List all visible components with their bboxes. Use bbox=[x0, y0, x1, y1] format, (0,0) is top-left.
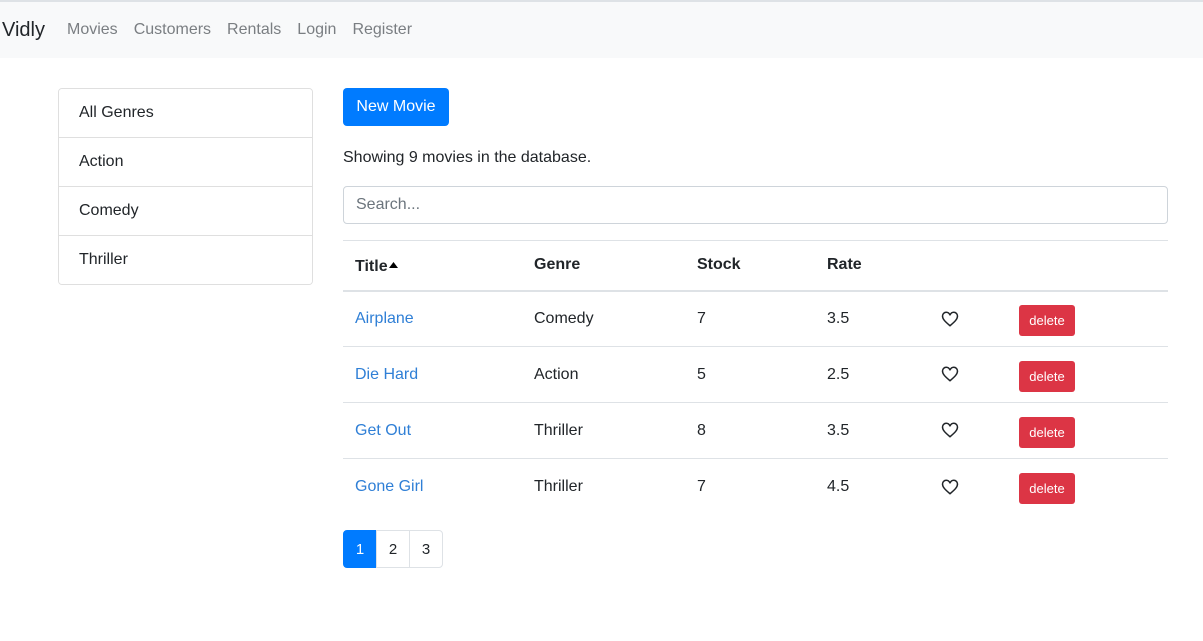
nav-link-customers[interactable]: Customers bbox=[134, 21, 211, 39]
cell-delete: delete bbox=[1007, 402, 1168, 459]
column-title[interactable]: Title bbox=[343, 240, 522, 292]
brand-link[interactable]: Vidly bbox=[2, 19, 45, 42]
column-genre[interactable]: Genre bbox=[522, 240, 685, 292]
navbar: Vidly Movies Customers Rentals Login Reg… bbox=[0, 0, 1203, 58]
movie-title-link[interactable]: Gone Girl bbox=[355, 478, 423, 495]
cell-genre: Thriller bbox=[534, 477, 583, 495]
cell-title: Get Out bbox=[343, 402, 522, 459]
page-link-3[interactable]: 3 bbox=[409, 530, 443, 568]
cell-like bbox=[927, 290, 1007, 347]
cell-rate: 2.5 bbox=[815, 346, 927, 403]
genre-list: All Genres Action Comedy Thriller bbox=[58, 88, 313, 285]
cell-rate: 3.5 bbox=[815, 290, 927, 347]
cell-like bbox=[927, 346, 1007, 403]
new-movie-button[interactable]: New Movie bbox=[343, 88, 449, 126]
nav-link-login[interactable]: Login bbox=[297, 21, 336, 39]
cell-title: Airplane bbox=[343, 290, 522, 347]
delete-button[interactable]: delete bbox=[1019, 360, 1075, 392]
delete-button[interactable]: delete bbox=[1019, 416, 1075, 448]
nav-link-rentals[interactable]: Rentals bbox=[227, 21, 281, 39]
genre-item-all[interactable]: All Genres bbox=[59, 89, 312, 138]
table-row: Die Hard Action 5 2.5 delete bbox=[343, 346, 1168, 403]
cell-rate: 3.5 bbox=[815, 402, 927, 459]
heart-icon[interactable] bbox=[941, 478, 959, 496]
cell-stock: 5 bbox=[685, 346, 815, 403]
delete-button[interactable]: delete bbox=[1019, 304, 1075, 336]
nav-link-movies[interactable]: Movies bbox=[67, 21, 118, 39]
genre-item-action[interactable]: Action bbox=[59, 138, 312, 187]
column-stock[interactable]: Stock bbox=[685, 240, 815, 292]
cell-stock: 8 bbox=[685, 402, 815, 459]
pagination: 1 2 3 bbox=[343, 530, 443, 568]
cell-like bbox=[927, 459, 1007, 515]
table-header: Title Genre Stock Rate bbox=[343, 240, 1168, 292]
cell-genre: Thriller bbox=[522, 402, 685, 459]
genre-item-thriller[interactable]: Thriller bbox=[59, 236, 312, 284]
cell-genre: Comedy bbox=[522, 290, 685, 347]
header-row: Title Genre Stock Rate bbox=[343, 240, 1168, 292]
cell-title: Die Hard bbox=[343, 346, 522, 403]
column-like bbox=[927, 240, 1007, 292]
movie-count-text: Showing 9 movies in the database. bbox=[343, 149, 592, 166]
search-input[interactable] bbox=[343, 186, 1168, 224]
heart-icon[interactable] bbox=[941, 421, 959, 439]
movie-title-link[interactable]: Get Out bbox=[355, 422, 411, 439]
cell-rate: 4.5 bbox=[827, 477, 850, 495]
column-rate[interactable]: Rate bbox=[815, 240, 927, 292]
delete-button[interactable]: delete bbox=[1019, 472, 1075, 504]
cell-stock: 7 bbox=[697, 477, 706, 495]
cell-stock: 7 bbox=[685, 290, 815, 347]
cell-like bbox=[927, 402, 1007, 459]
movie-title-link[interactable]: Die Hard bbox=[355, 366, 418, 383]
table-row: Airplane Comedy 7 3.5 delete bbox=[343, 290, 1168, 347]
page-link-1[interactable]: 1 bbox=[343, 530, 377, 568]
sort-up-icon bbox=[388, 255, 398, 273]
column-title-label: Title bbox=[355, 257, 388, 275]
cell-delete: delete bbox=[1007, 459, 1168, 515]
table-row: Gone Girl Thriller 7 4.5 delete bbox=[343, 459, 1168, 515]
heart-icon[interactable] bbox=[941, 310, 959, 328]
cell-delete: delete bbox=[1007, 346, 1168, 403]
genre-item-comedy[interactable]: Comedy bbox=[59, 187, 312, 236]
movies-table: Title Genre Stock Rate Airplane Comedy 7… bbox=[343, 240, 1168, 515]
heart-icon[interactable] bbox=[941, 365, 959, 383]
movie-title-link[interactable]: Airplane bbox=[355, 310, 414, 327]
page-link-2[interactable]: 2 bbox=[376, 530, 410, 568]
column-delete bbox=[1007, 240, 1168, 292]
cell-title: Gone Girl bbox=[343, 459, 522, 515]
cell-genre: Action bbox=[522, 346, 685, 403]
nav-link-register[interactable]: Register bbox=[352, 21, 412, 39]
cell-delete: delete bbox=[1007, 290, 1168, 347]
table-row: Get Out Thriller 8 3.5 delete bbox=[343, 402, 1168, 459]
